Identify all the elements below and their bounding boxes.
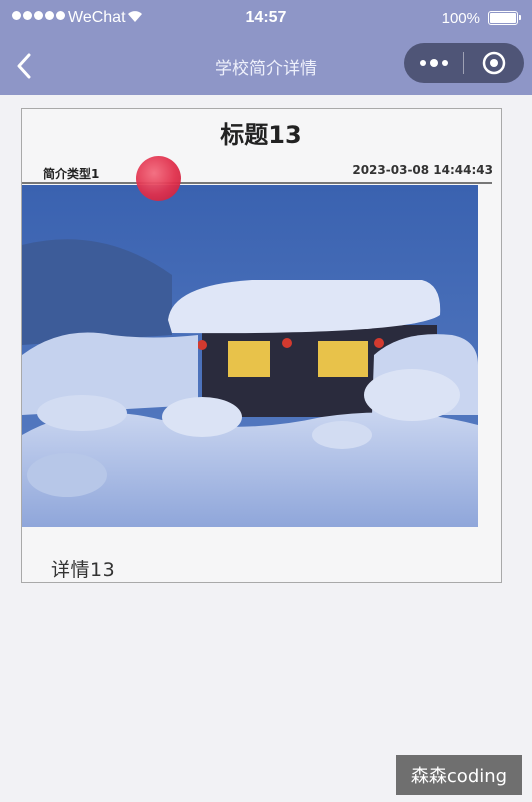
article-datetime: 2023-03-08 14:44:43 <box>352 163 493 177</box>
status-bar: WeChat 14:57 100% <box>0 0 532 38</box>
capsule-menu <box>404 43 524 83</box>
article-type: 简介类型1 <box>43 167 100 181</box>
watermark: 森森coding <box>396 755 522 795</box>
article-title: 标题13 <box>220 121 302 149</box>
nav-bar: 学校简介详情 <box>0 38 532 95</box>
battery-icon <box>488 11 521 25</box>
header: WeChat 14:57 100% 学校简介详情 <box>0 0 532 95</box>
divider <box>22 182 492 184</box>
close-miniprogram-button[interactable] <box>464 43 523 83</box>
battery-percent: 100% <box>441 10 480 27</box>
touch-indicator <box>136 156 181 201</box>
article-image <box>22 185 478 527</box>
more-dots-icon <box>419 60 426 66</box>
article-card: 标题13 简介类型1 2023-03-08 14:44:43 详情13 <box>21 108 502 583</box>
target-circle-icon <box>482 51 505 75</box>
more-button[interactable] <box>404 43 463 83</box>
article-detail: 详情13 <box>51 559 116 581</box>
